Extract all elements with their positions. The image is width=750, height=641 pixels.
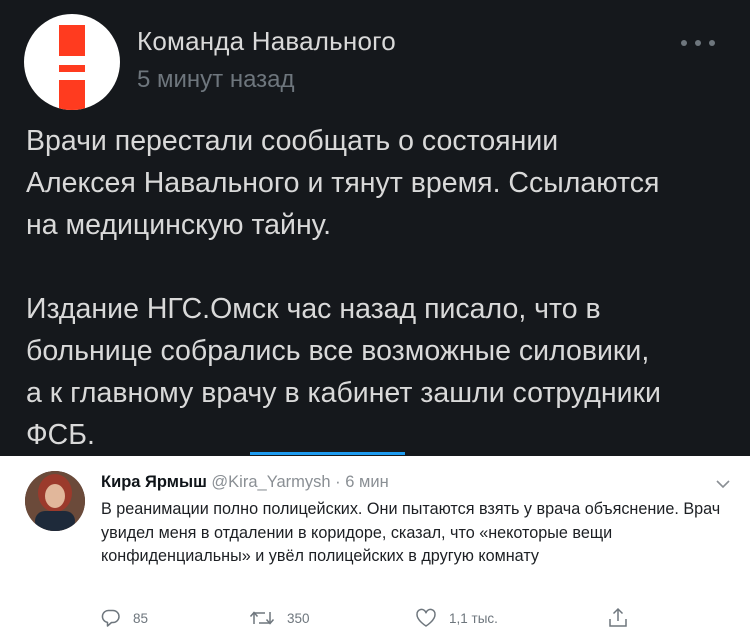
tweet-header: Кира Ярмыш @Kira_Yarmysh · 6 мин xyxy=(101,473,389,492)
active-tab-underline xyxy=(250,452,405,455)
retweet-count: 350 xyxy=(287,610,310,626)
chevron-down-icon[interactable] xyxy=(716,476,730,489)
post-time: 5 минут назад xyxy=(137,66,295,93)
share-icon xyxy=(609,607,627,627)
like-button[interactable]: 1,1 тыс. xyxy=(415,606,498,630)
tweet-author-handle[interactable]: @Kira_Yarmysh xyxy=(211,473,330,491)
tweet-author-name[interactable]: Кира Ярмыш xyxy=(101,473,207,491)
post-card: Команда Навального 5 минут назад Врачи п… xyxy=(0,0,750,456)
more-options-icon[interactable] xyxy=(680,36,716,50)
separator-dot: · xyxy=(335,473,341,491)
tweet-card[interactable]: Кира Ярмыш @Kira_Yarmysh · 6 мин В реани… xyxy=(0,456,750,641)
logo-icon xyxy=(59,25,85,110)
retweet-button[interactable]: 350 xyxy=(249,606,310,630)
reply-button[interactable]: 85 xyxy=(101,606,148,630)
avatar[interactable] xyxy=(25,471,85,531)
team-logo-avatar[interactable] xyxy=(24,14,120,110)
avatar-photo xyxy=(25,471,85,531)
like-count: 1,1 тыс. xyxy=(449,610,498,626)
post-text: Врачи перестали сообщать о состоянии Але… xyxy=(26,125,661,451)
reply-count: 85 xyxy=(133,610,149,626)
post-author[interactable]: Команда Навального xyxy=(137,26,396,57)
retweet-icon xyxy=(249,611,275,625)
tweet-text: В реанимации полно полицейских. Они пыта… xyxy=(101,500,721,565)
like-icon xyxy=(416,608,436,627)
share-button[interactable] xyxy=(608,606,628,630)
tweet-time[interactable]: 6 мин xyxy=(345,473,388,491)
reply-icon xyxy=(101,609,120,627)
tweet-actions: 85 350 1,1 тыс. xyxy=(0,606,750,636)
